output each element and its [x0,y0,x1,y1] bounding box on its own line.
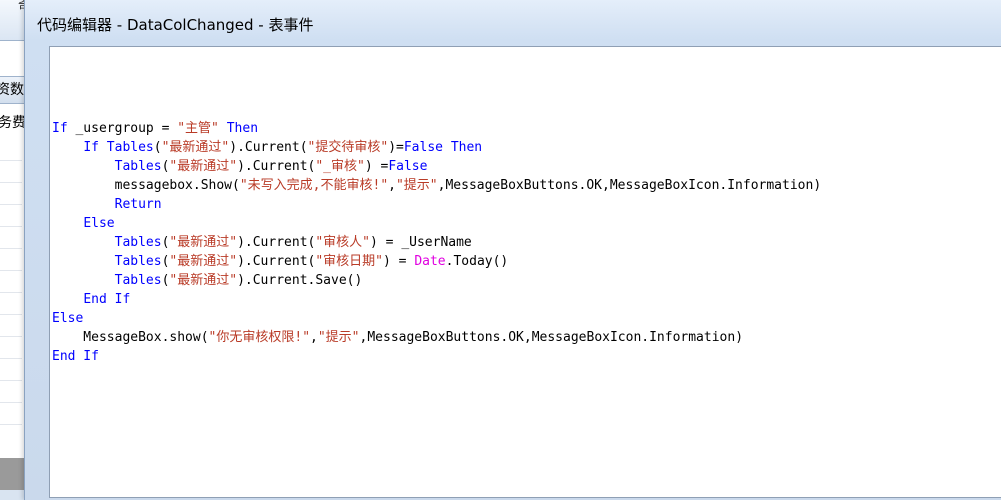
code-string: "你无审核权限!" [208,330,311,345]
code-text: , [388,178,396,193]
grid-line [0,160,22,161]
grid-line [0,336,22,337]
title-bar[interactable]: 代码编辑器 - DataColChanged - 表事件 [25,0,1001,46]
code-text: .Today() [445,254,509,269]
code-keyword: Tables [114,235,162,250]
code-line[interactable]: Tables("最新通过").Current("审核日期") = Date.To… [52,252,821,271]
code-string: "最新通过" [169,254,238,269]
code-line[interactable]: Tables("最新通过").Current("_审核") =False [52,157,821,176]
code-line[interactable]: Else [52,214,821,233]
code-line[interactable]: Return [52,195,821,214]
code-string: "主管" [177,121,219,136]
code-keyword: Return [114,197,162,212]
code-text: ).Current.Save() [237,273,363,288]
grid-line [0,314,22,315]
code-text: ,MessageBoxButtons.OK,MessageBoxIcon.Inf… [359,330,744,345]
grid-line [0,380,22,381]
code-keyword: Else [83,216,115,231]
code-content[interactable]: If _usergroup = "主管" Then If Tables("最新通… [52,119,821,366]
code-string: "最新通过" [169,273,238,288]
code-keyword: End If [52,349,99,364]
code-line[interactable]: Else [52,309,821,328]
code-text: ).Current( [237,159,316,174]
code-keyword: Then [450,140,483,155]
code-keyword: Tables [114,159,162,174]
code-text: ).Current( [237,235,316,250]
code-editor-dialog: 代码编辑器 - DataColChanged - 表事件 If _usergro… [24,0,1001,500]
window-title: 代码编辑器 - DataColChanged - 表事件 [37,16,314,34]
code-text: , [310,330,318,345]
code-text: ,MessageBoxButtons.OK,MessageBoxIcon.Inf… [437,178,822,193]
code-line[interactable]: MessageBox.show("你无审核权限!","提示",MessageBo… [52,328,821,347]
code-keyword: End If [83,292,131,307]
code-text: ) = [364,159,389,174]
grid-line [0,182,22,183]
code-keyword: Tables [114,254,162,269]
code-keyword: Then [226,121,259,136]
code-keyword: False [403,140,443,155]
code-line[interactable]: Tables("最新通过").Current("审核人") = _UserNam… [52,233,821,252]
code-line[interactable]: End If [52,290,821,309]
code-text: MessageBox.show( [52,330,209,345]
code-line[interactable]: Tables("最新通过").Current.Save() [52,271,821,290]
grid-line [0,226,22,227]
grid-line [0,248,22,249]
code-string: "未写入完成,不能审核!" [239,178,389,193]
code-string: "审核人" [315,235,371,250]
code-text: ) = [383,254,415,269]
code-text: ) = _UserName [370,235,472,250]
code-text: ).Current( [237,254,316,269]
grid-line [0,424,22,425]
grid-line [0,292,22,293]
code-string: "提示" [395,178,438,193]
code-editor[interactable]: If _usergroup = "主管" Then If Tables("最新通… [49,46,1001,498]
code-text: ).Current( [229,140,308,155]
code-line[interactable]: If Tables("最新通过").Current("提交待审核")=False… [52,138,821,157]
code-string: "最新通过" [169,235,238,250]
grid-line [0,402,22,403]
code-string: "提示" [317,330,360,345]
code-string: "_审核" [315,159,365,174]
code-keyword: If [83,140,99,155]
code-keyword: False [388,159,428,174]
grid-line [0,270,22,271]
code-keyword: Tables [106,140,154,155]
code-string: "提交待审核" [307,140,389,155]
code-line[interactable]: messagebox.Show("未写入完成,不能审核!","提示",Messa… [52,176,822,195]
code-line[interactable]: If _usergroup = "主管" Then [52,119,821,138]
code-text: messagebox.Show( [52,178,240,193]
code-string: "最新通过" [169,159,238,174]
code-string: "最新通过" [161,140,230,155]
code-keyword: Else [52,311,84,326]
code-text: _usergroup = [67,121,178,136]
code-keyword: If [52,121,68,136]
grid-line [0,204,22,205]
grid-line [0,358,22,359]
code-text: ( [153,140,162,155]
code-function: Date [414,254,446,269]
code-text: )= [388,140,404,155]
code-line[interactable]: End If [52,347,821,366]
code-string: "审核日期" [315,254,384,269]
code-keyword: Tables [114,273,162,288]
